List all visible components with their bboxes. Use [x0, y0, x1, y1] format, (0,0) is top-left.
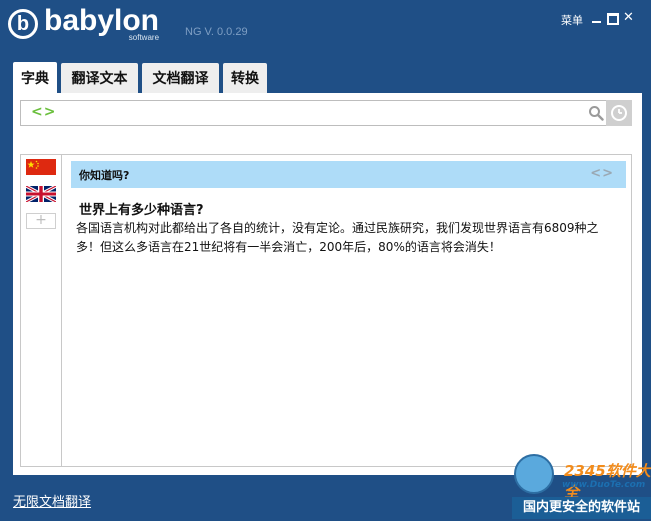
logo-text-group: babylon software [44, 6, 159, 42]
content-area: + 你知道吗? <> 世界上有多少种语言? 各国语言机构对此都给出了各自的统计，… [20, 154, 632, 467]
version-label: NG V. 0.0.29 [185, 26, 248, 38]
watermark-mascot-icon [514, 454, 554, 494]
tab-bar: 字典 翻译文本 文档翻译 转换 [13, 62, 271, 93]
add-language-button[interactable]: + [26, 213, 56, 229]
dictionary-panel: <> + 你知道吗? <> 世界上有多少种语言? 各国语言机构对此都给出了各自的… [13, 93, 642, 475]
maximize-icon[interactable] [607, 11, 619, 29]
close-icon[interactable]: ✕ [623, 11, 634, 25]
clock-icon [611, 105, 627, 121]
logo-wordmark: babylon [44, 4, 160, 37]
babylon-logo: b babylon software [8, 6, 159, 42]
article-body: 各国语言机构对此都给出了各自的统计，没有定论。通过民族研究，我们发现世界语言有6… [76, 221, 599, 254]
babylon-logo-icon: b [8, 9, 38, 39]
tab-translate-text[interactable]: 翻译文本 [61, 63, 138, 93]
cn-flag-icon[interactable] [26, 159, 56, 175]
tab-dictionary[interactable]: 字典 [13, 62, 57, 93]
tab-convert[interactable]: 转换 [223, 63, 267, 93]
did-you-know-bar: 你知道吗? <> [71, 161, 626, 188]
minimize-icon[interactable] [592, 11, 601, 27]
search-icon[interactable] [588, 105, 604, 121]
tab-document-translate[interactable]: 文档翻译 [142, 63, 219, 93]
menu-button[interactable]: 菜单 [561, 12, 583, 28]
watermark-bottom-text: 国内更安全的软件站 [512, 497, 651, 519]
logo-subtext: software [128, 33, 160, 42]
search-input[interactable] [57, 103, 581, 125]
title-bar: b babylon software NG V. 0.0.29 菜单 ✕ [0, 0, 651, 60]
watermark-url: www.DuoTe.com [562, 480, 646, 490]
uk-flag-icon[interactable] [26, 186, 56, 202]
watermark: 2345软件大全 www.DuoTe.com 国内更安全的软件站 [512, 452, 651, 521]
language-column: + [21, 155, 62, 466]
did-you-know-title: 你知道吗? [79, 169, 130, 182]
article-title: 世界上有多少种语言? [79, 203, 204, 218]
history-button[interactable] [606, 100, 632, 126]
language-swap-icon[interactable]: <> [31, 104, 56, 120]
search-bar: <> [20, 100, 620, 126]
did-you-know-nav-icon[interactable]: <> [590, 166, 614, 181]
unlimited-document-translation-link[interactable]: 无限文档翻译 [13, 491, 91, 510]
